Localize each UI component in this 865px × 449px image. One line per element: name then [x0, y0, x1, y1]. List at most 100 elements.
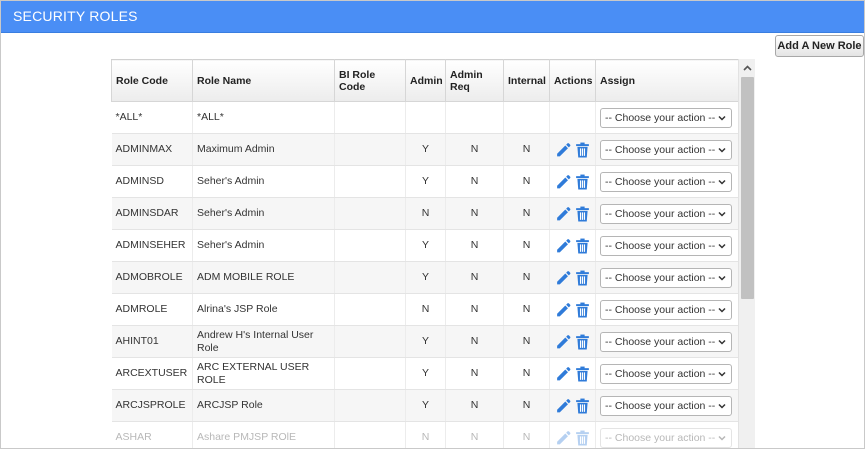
- scrollbar-thumb[interactable]: [741, 77, 754, 299]
- edit-pencil-icon[interactable]: [555, 141, 572, 159]
- select-value: -- Choose your action --: [605, 143, 716, 156]
- col-header-internal[interactable]: Internal: [503, 59, 550, 102]
- role-name-cell: ARCJSP Role: [192, 389, 335, 422]
- table-row: ARCJSPROLE ARCJSP Role Y N N -- Choose your a…: [111, 389, 738, 422]
- assign-cell: -- Choose your action --: [595, 165, 738, 198]
- actions-cell: [549, 293, 596, 326]
- col-header-bi-role-code[interactable]: BI Role Code: [334, 59, 406, 102]
- chevron-down-icon: [717, 208, 727, 220]
- assign-cell: -- Choose your action --: [595, 389, 738, 422]
- role-code-cell: ADMINSEHER: [111, 229, 193, 262]
- delete-trash-icon[interactable]: [574, 365, 591, 383]
- assign-cell: -- Choose your action --: [595, 293, 738, 326]
- vertical-scrollbar[interactable]: [738, 59, 756, 448]
- page-title: SECURITY ROLES: [13, 8, 138, 24]
- chevron-down-icon: [717, 176, 727, 188]
- chevron-down-icon: [717, 112, 727, 124]
- col-header-role-code[interactable]: Role Code: [111, 59, 193, 102]
- delete-trash-icon[interactable]: [574, 205, 591, 223]
- chevron-down-icon: [717, 144, 727, 156]
- admin-req-cell: N: [445, 261, 504, 294]
- admin-req-cell: N: [445, 293, 504, 326]
- delete-trash-icon[interactable]: [574, 397, 591, 415]
- actions-cell: [549, 229, 596, 262]
- chevron-down-icon: [717, 368, 727, 380]
- col-header-admin-req[interactable]: Admin Req: [445, 59, 504, 102]
- edit-pencil-icon[interactable]: [555, 429, 572, 447]
- assign-action-select[interactable]: -- Choose your action --: [600, 139, 732, 160]
- role-code-cell: ARCEXTUSER: [111, 357, 193, 390]
- chevron-down-icon: [717, 336, 727, 348]
- assign-cell: -- Choose your action --: [595, 357, 738, 390]
- role-name-cell: Seher's Admin: [192, 165, 335, 198]
- select-value: -- Choose your action --: [605, 367, 716, 380]
- bi-role-code-cell: [334, 229, 406, 262]
- bi-role-code-cell: [334, 101, 406, 134]
- table-row: ADMINMAX Maximum Admin Y N N -- Choose your a…: [111, 133, 738, 166]
- col-header-admin[interactable]: Admin: [405, 59, 446, 102]
- bi-role-code-cell: [334, 357, 406, 390]
- add-new-role-button[interactable]: Add A New Role: [775, 35, 864, 57]
- bi-role-code-cell: [334, 421, 406, 448]
- delete-trash-icon[interactable]: [574, 269, 591, 287]
- actions-cell: [549, 101, 596, 134]
- assign-action-select[interactable]: -- Choose your action --: [600, 235, 732, 256]
- assign-action-select[interactable]: -- Choose your action --: [600, 267, 732, 288]
- admin-req-cell: N: [445, 421, 504, 448]
- assign-cell: -- Choose your action --: [595, 229, 738, 262]
- role-name-cell: Maximum Admin: [192, 133, 335, 166]
- bi-role-code-cell: [334, 293, 406, 326]
- internal-cell: N: [503, 197, 550, 230]
- edit-pencil-icon[interactable]: [555, 237, 572, 255]
- assign-action-select[interactable]: -- Choose your action --: [600, 331, 732, 352]
- scroll-up-button[interactable]: [739, 59, 756, 76]
- admin-cell: Y: [405, 165, 446, 198]
- edit-pencil-icon[interactable]: [555, 365, 572, 383]
- assign-action-select[interactable]: -- Choose your action --: [600, 395, 732, 416]
- role-name-cell: ADM MOBILE ROLE: [192, 261, 335, 294]
- assign-action-select[interactable]: -- Choose your action --: [600, 363, 732, 384]
- admin-cell: Y: [405, 357, 446, 390]
- assign-action-select[interactable]: -- Choose your action --: [600, 171, 732, 192]
- assign-action-select[interactable]: -- Choose your action --: [600, 107, 732, 128]
- edit-pencil-icon[interactable]: [555, 333, 572, 351]
- admin-req-cell: N: [445, 133, 504, 166]
- actions-cell: [549, 197, 596, 230]
- chevron-down-icon: [717, 400, 727, 412]
- table-row: ADMROLE Alrina's JSP Role N N N -- Choose you…: [111, 293, 738, 326]
- select-value: -- Choose your action --: [605, 431, 716, 444]
- bi-role-code-cell: [334, 389, 406, 422]
- delete-trash-icon[interactable]: [574, 301, 591, 319]
- roles-table-container: Role Code Role Name BI Role Code Admin A…: [111, 59, 738, 448]
- col-header-assign: Assign: [595, 59, 738, 102]
- col-header-role-name[interactable]: Role Name: [192, 59, 335, 102]
- actions-cell: [549, 421, 596, 448]
- actions-cell: [549, 325, 596, 358]
- edit-pencil-icon[interactable]: [555, 173, 572, 191]
- admin-cell: Y: [405, 389, 446, 422]
- edit-pencil-icon[interactable]: [555, 205, 572, 223]
- actions-cell: [549, 165, 596, 198]
- assign-action-select[interactable]: -- Choose your action --: [600, 427, 732, 448]
- chevron-down-icon: [717, 304, 727, 316]
- actions-cell: [549, 357, 596, 390]
- role-code-cell: ASHAR: [111, 421, 193, 448]
- assign-cell: -- Choose your action --: [595, 197, 738, 230]
- assign-action-select[interactable]: -- Choose your action --: [600, 299, 732, 320]
- assign-action-select[interactable]: -- Choose your action --: [600, 203, 732, 224]
- chevron-down-icon: [717, 432, 727, 444]
- delete-trash-icon[interactable]: [574, 429, 591, 447]
- table-row: ADMINSEHER Seher's Admin Y N N -- Choose your…: [111, 229, 738, 262]
- delete-trash-icon[interactable]: [574, 333, 591, 351]
- delete-trash-icon[interactable]: [574, 141, 591, 159]
- panel-header: SECURITY ROLES: [1, 1, 864, 33]
- edit-pencil-icon[interactable]: [555, 301, 572, 319]
- role-name-cell: Andrew H's Internal User Role: [192, 325, 335, 358]
- admin-cell: Y: [405, 261, 446, 294]
- edit-pencil-icon[interactable]: [555, 397, 572, 415]
- admin-req-cell: N: [445, 197, 504, 230]
- delete-trash-icon[interactable]: [574, 173, 591, 191]
- edit-pencil-icon[interactable]: [555, 269, 572, 287]
- select-value: -- Choose your action --: [605, 303, 716, 316]
- delete-trash-icon[interactable]: [574, 237, 591, 255]
